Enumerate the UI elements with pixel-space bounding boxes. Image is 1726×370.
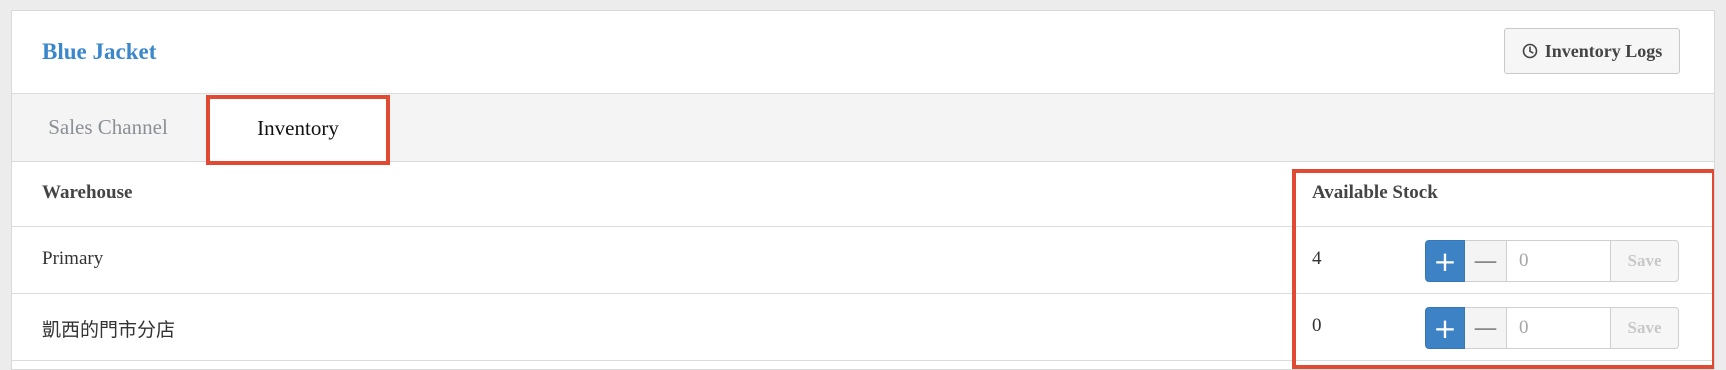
product-title: Blue Jacket xyxy=(42,39,157,64)
inventory-logs-label: Inventory Logs xyxy=(1544,40,1663,61)
table-header: Warehouse Available Stock xyxy=(12,162,1714,227)
clock-icon xyxy=(1522,43,1538,59)
quantity-input[interactable] xyxy=(1507,240,1611,282)
decrease-button[interactable]: — xyxy=(1465,240,1507,282)
warehouse-name: 凱西的門市分店 xyxy=(42,320,176,341)
column-header-available-stock: Available Stock xyxy=(1312,182,1438,203)
product-inventory-panel: Blue Jacket Inventory Logs Sales Channel… xyxy=(11,10,1715,370)
increase-button[interactable]: + xyxy=(1425,307,1465,349)
available-stock-value: 4 xyxy=(1312,248,1322,269)
inventory-logs-button[interactable]: Inventory Logs xyxy=(1504,28,1680,74)
panel-header: Blue Jacket Inventory Logs xyxy=(12,11,1714,94)
quantity-input[interactable] xyxy=(1507,307,1611,349)
available-stock-value: 0 xyxy=(1312,315,1322,336)
decrease-button[interactable]: — xyxy=(1465,307,1507,349)
stock-adjuster: + — Save xyxy=(1425,240,1679,282)
tab-sales-channel[interactable]: Sales Channel xyxy=(28,94,188,161)
save-button[interactable]: Save xyxy=(1611,240,1679,282)
table-row: Primary 4 + — Save xyxy=(12,227,1714,294)
tab-inventory[interactable]: Inventory xyxy=(209,94,387,162)
tab-bar: Sales Channel Inventory xyxy=(12,94,1714,162)
increase-button[interactable]: + xyxy=(1425,240,1465,282)
warehouse-name: Primary xyxy=(42,248,104,269)
save-button[interactable]: Save xyxy=(1611,307,1679,349)
column-header-warehouse: Warehouse xyxy=(42,182,133,203)
table-row: 凱西的門市分店 0 + — Save xyxy=(12,294,1714,361)
stock-adjuster: + — Save xyxy=(1425,307,1679,349)
